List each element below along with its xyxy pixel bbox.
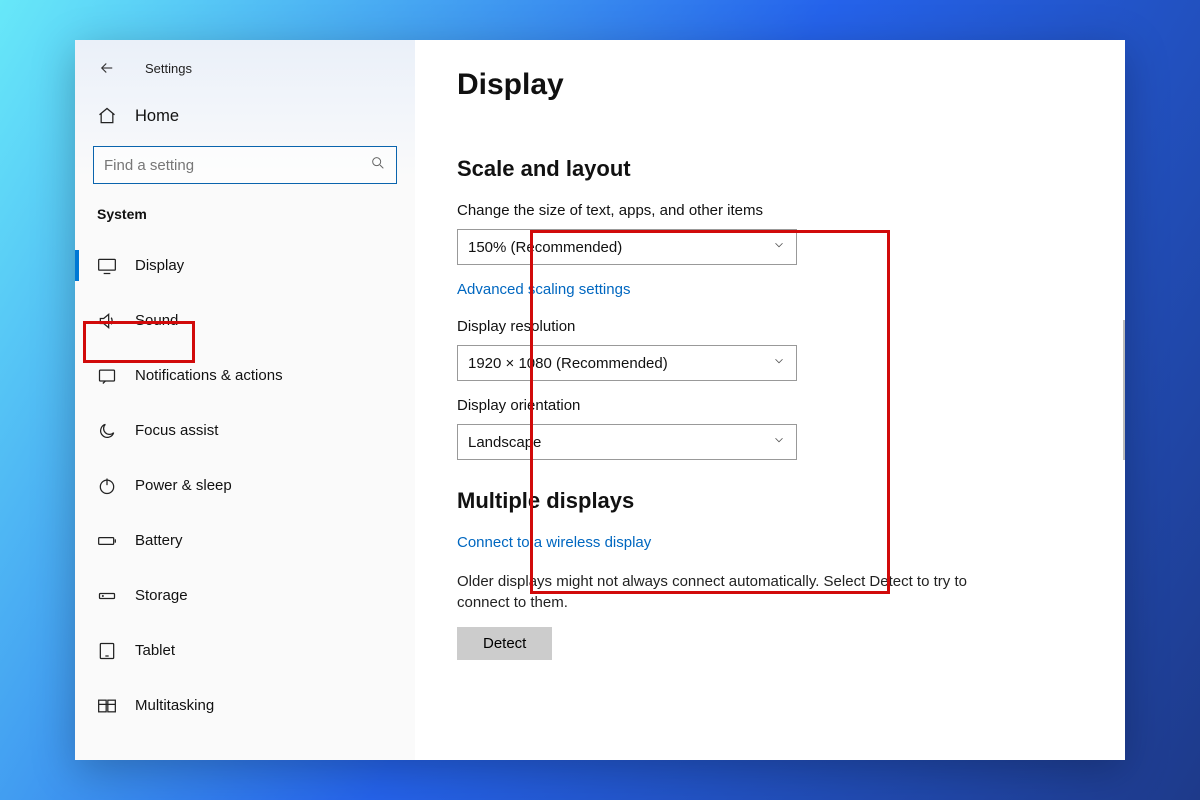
orientation-field-label: Display orientation: [457, 397, 1085, 414]
search-input-container[interactable]: [93, 146, 397, 184]
window-header: Settings: [87, 54, 403, 98]
scale-field-label: Change the size of text, apps, and other…: [457, 202, 1085, 219]
sidebar-item-label: Battery: [135, 532, 183, 549]
multitasking-icon: [97, 696, 117, 716]
sidebar-item-power-sleep[interactable]: Power & sleep: [87, 458, 403, 513]
storage-icon: [97, 586, 117, 606]
sidebar-item-label: Multitasking: [135, 697, 214, 714]
sidebar-item-tablet[interactable]: Tablet: [87, 623, 403, 678]
sidebar-item-home[interactable]: Home: [87, 98, 403, 140]
power-icon: [97, 476, 117, 496]
detect-description: Older displays might not always connect …: [457, 571, 977, 613]
sidebar-item-display[interactable]: Display: [87, 238, 403, 293]
scale-dropdown-value: 150% (Recommended): [468, 239, 622, 256]
app-title: Settings: [145, 61, 192, 76]
multiple-displays-heading: Multiple displays: [457, 488, 1085, 514]
sidebar-item-label: Storage: [135, 587, 188, 604]
tablet-icon: [97, 641, 117, 661]
detect-button[interactable]: Detect: [457, 627, 552, 660]
sidebar-item-focus-assist[interactable]: Focus assist: [87, 403, 403, 458]
chevron-down-icon: [772, 238, 786, 257]
resolution-dropdown-value: 1920 × 1080 (Recommended): [468, 355, 668, 372]
search-icon: [370, 155, 386, 176]
sidebar-item-sound[interactable]: Sound: [87, 293, 403, 348]
home-label: Home: [135, 107, 179, 126]
sidebar-item-storage[interactable]: Storage: [87, 568, 403, 623]
resolution-field-label: Display resolution: [457, 318, 1085, 335]
sidebar-section-label: System: [87, 206, 403, 238]
sidebar-item-label: Tablet: [135, 642, 175, 659]
orientation-dropdown[interactable]: Landscape: [457, 424, 797, 460]
search-input[interactable]: [104, 157, 370, 174]
orientation-dropdown-value: Landscape: [468, 434, 541, 451]
notifications-icon: [97, 366, 117, 386]
sidebar: Settings Home System Display Sound: [75, 40, 415, 760]
content-panel: Display Scale and layout Change the size…: [415, 40, 1125, 760]
resolution-dropdown[interactable]: 1920 × 1080 (Recommended): [457, 345, 797, 381]
sidebar-item-battery[interactable]: Battery: [87, 513, 403, 568]
wireless-display-link[interactable]: Connect to a wireless display: [457, 534, 651, 551]
home-icon: [97, 106, 117, 126]
scale-layout-heading: Scale and layout: [457, 156, 1085, 182]
advanced-scaling-link[interactable]: Advanced scaling settings: [457, 281, 630, 298]
sound-icon: [97, 311, 117, 331]
page-title: Display: [457, 68, 1085, 102]
scale-dropdown[interactable]: 150% (Recommended): [457, 229, 797, 265]
monitor-icon: [97, 256, 117, 276]
back-button[interactable]: [95, 56, 119, 80]
sidebar-item-label: Display: [135, 257, 184, 274]
sidebar-item-label: Sound: [135, 312, 178, 329]
sidebar-item-notifications[interactable]: Notifications & actions: [87, 348, 403, 403]
settings-window: Settings Home System Display Sound: [75, 40, 1125, 760]
sidebar-item-label: Power & sleep: [135, 477, 232, 494]
chevron-down-icon: [772, 354, 786, 373]
sidebar-item-label: Focus assist: [135, 422, 218, 439]
sidebar-nav-list: Display Sound Notifications & actions Fo…: [87, 238, 403, 733]
moon-icon: [97, 421, 117, 441]
sidebar-item-multitasking[interactable]: Multitasking: [87, 678, 403, 733]
sidebar-item-label: Notifications & actions: [135, 367, 283, 384]
battery-icon: [97, 531, 117, 551]
chevron-down-icon: [772, 433, 786, 452]
